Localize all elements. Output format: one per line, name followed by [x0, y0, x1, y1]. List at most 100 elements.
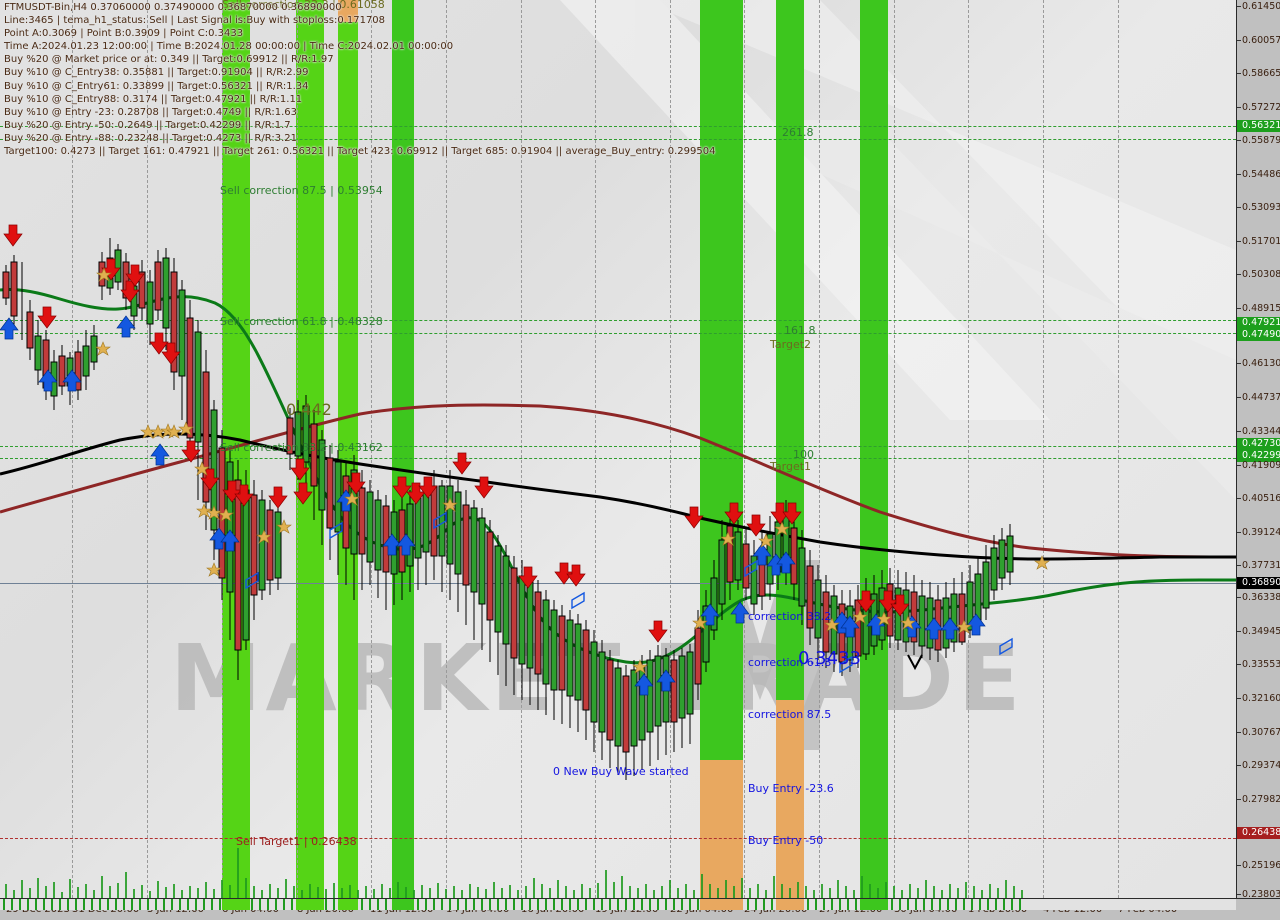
price-axis-tick: 0.55879: [1237, 135, 1280, 147]
tick-mark: [1237, 274, 1241, 275]
chart-info-panel: FTMUSDT-Bin,H4 0.37060000 0.37490000 0.3…: [4, 1, 715, 158]
price-axis-tick: 0.47921: [1237, 317, 1280, 329]
info-line-buy-e50: Buy %20 @ Entry -50: 0.2649 || Target:0.…: [4, 119, 291, 131]
price-axis[interactable]: 0.61450 0.60057 0.58665 0.57272 0.56321 0.558…: [1236, 0, 1280, 900]
tick-mark: [1237, 207, 1241, 208]
price-axis-tick: 0.25196: [1237, 860, 1280, 872]
annotation-sell-target1: Sell Target1 | 0.26438: [236, 835, 357, 848]
tick-mark: [1237, 565, 1241, 566]
annotation-point-c-value: 0.3433: [798, 648, 861, 669]
tick-mark: [1237, 465, 1241, 466]
tick-mark: [1237, 241, 1241, 242]
price-axis-tick: 0.51701: [1237, 236, 1280, 248]
price-axis-tick: 0.48915: [1237, 303, 1280, 315]
price-axis-tick: 0.53093: [1237, 202, 1280, 214]
price-axis-tick-label: 0.54486: [1242, 169, 1280, 180]
info-line-symbol: FTMUSDT-Bin,H4 0.37060000 0.37490000 0.3…: [4, 2, 342, 13]
price-axis-tick: 0.46130: [1237, 358, 1280, 370]
price-axis-tick-label: 0.58665: [1242, 68, 1280, 79]
price-axis-tick: 0.39124: [1237, 527, 1280, 539]
annotation-correction-382: correction 38.2: [748, 610, 832, 623]
v-marker: [907, 654, 923, 671]
candlestick-series: [2, 238, 1014, 780]
tick-mark: [1237, 631, 1241, 632]
tick-mark: [1237, 174, 1241, 175]
info-line-status: Line:3465 | tema_h1_status: Sell | Last …: [4, 15, 386, 27]
price-axis-tick: 0.54486: [1237, 169, 1280, 181]
price-axis-tick-label: 0.25196: [1242, 860, 1280, 871]
tick-mark: [1237, 40, 1241, 41]
price-axis-tick-label: 0.61450: [1242, 1, 1280, 12]
price-axis-tick-label: 0.36338: [1242, 592, 1280, 603]
price-axis-tick-label: 0.44737: [1242, 392, 1280, 403]
tick-mark: [1237, 73, 1241, 74]
price-axis-tick: 0.56321: [1237, 120, 1280, 132]
tick-mark: [1237, 107, 1241, 108]
tick-mark: [1237, 308, 1241, 309]
tick-mark: [1237, 597, 1241, 598]
tick-mark: [1237, 894, 1241, 895]
price-axis-tick: 0.30767: [1237, 727, 1280, 739]
price-axis-tick-label: 0.41909: [1242, 460, 1280, 471]
tick-mark: [1237, 698, 1241, 699]
price-axis-tick: 0.61450: [1237, 1, 1280, 13]
price-axis-tick-label: 0.39124: [1242, 527, 1280, 538]
annotation-fib-2618: 261.8: [782, 126, 814, 139]
price-axis-tick-label: 0.55879: [1242, 135, 1280, 146]
price-axis-tick-label: 0.42730: [1242, 438, 1280, 449]
price-axis-tick-label: 0.34945: [1242, 626, 1280, 637]
volume-histogram: [5, 848, 1023, 898]
price-axis-tick-label: 0.40516: [1242, 493, 1280, 504]
price-axis-tick-label: 0.30767: [1242, 727, 1280, 738]
price-axis-tick-label: 0.60057: [1242, 35, 1280, 46]
price-axis-tick: 0.60057: [1237, 35, 1280, 47]
price-axis-tick-label: 0.46130: [1242, 358, 1280, 369]
price-axis-tick-label: 0.36890: [1242, 577, 1280, 588]
price-axis-tick-label: 0.47490: [1242, 329, 1280, 340]
price-axis-tick: 0.37731: [1237, 560, 1280, 572]
annotation-sell-corr-875: Sell correction 87.5 | 0.53954: [220, 184, 383, 197]
price-axis-tick-label: 0.48915: [1242, 303, 1280, 314]
price-axis-tick-label: 0.53093: [1242, 202, 1280, 213]
price-axis-tick-label: 0.56321: [1242, 120, 1280, 131]
price-axis-tick-label: 0.32160: [1242, 693, 1280, 704]
annotation-buy-entry-236: Buy Entry -23.6: [748, 782, 834, 795]
info-line-points: Point A:0.3069 | Point B:0.3909 | Point …: [4, 28, 244, 40]
tick-mark: [1237, 498, 1241, 499]
price-axis-tick: 0.36338: [1237, 592, 1280, 604]
tick-mark: [1237, 865, 1241, 866]
price-axis-tick-label: 0.50308: [1242, 269, 1280, 280]
price-axis-tick: 0.34945: [1237, 626, 1280, 638]
price-axis-tick: 0.58665: [1237, 68, 1280, 80]
annotation-correction-875: correction 87.5: [748, 708, 832, 721]
info-line-buy-c88: Buy %10 @ C_Entry88: 0.3174 || Target:0.…: [4, 93, 303, 105]
info-line-buy-e88: Buy %20 @ Entry -88: 0.23248 || Target:0…: [4, 132, 297, 144]
annotation-price-0442: 0.442: [286, 400, 332, 419]
info-line-buy-c61: Buy %10 @ C_Entry61: 0.33899 || Target:0…: [4, 80, 309, 92]
info-line-targets: Target100: 0.4273 || Target 161: 0.47921…: [4, 146, 716, 158]
tick-mark: [1237, 140, 1241, 141]
price-axis-tick-label: 0.33553: [1242, 659, 1280, 670]
tick-mark: [1237, 732, 1241, 733]
info-line-buy-e23: Buy %10 @ Entry -23: 0.28708 || Target:0…: [4, 106, 297, 118]
price-axis-tick: 0.43344: [1237, 426, 1280, 438]
price-axis-tick: 0.50308: [1237, 269, 1280, 281]
tick-mark: [1237, 397, 1241, 398]
chart-plot-area[interactable]: MARKET TRADE: [0, 0, 1236, 898]
annotation-buy-entry-50: Buy Entry -50: [748, 834, 824, 847]
price-axis-tick: 0.41909: [1237, 460, 1280, 472]
price-axis-tick-label: 0.37731: [1242, 560, 1280, 571]
tick-mark: [1237, 765, 1241, 766]
price-axis-tick-label: 0.57272: [1242, 102, 1280, 113]
info-line-buy-market: Buy %20 @ Market price or at: 0.349 || T…: [4, 54, 334, 66]
price-axis-tick: 0.27982: [1237, 794, 1280, 806]
price-axis-tick-label: 0.26438: [1242, 827, 1280, 838]
info-line-times: Time A:2024.01.23 12:00:00 | Time B:2024…: [4, 41, 454, 53]
annotation-target2: Target2: [770, 338, 812, 351]
price-axis-tick: 0.42730: [1237, 438, 1280, 450]
price-axis-tick-label: 0.47921: [1242, 317, 1280, 328]
price-axis-tick: 0.57272: [1237, 102, 1280, 114]
price-axis-tick: 0.32160: [1237, 693, 1280, 705]
annotation-new-buy-wave: 0 New Buy Wave started: [553, 765, 689, 778]
trading-chart-window: MARKET TRADE: [0, 0, 1280, 920]
